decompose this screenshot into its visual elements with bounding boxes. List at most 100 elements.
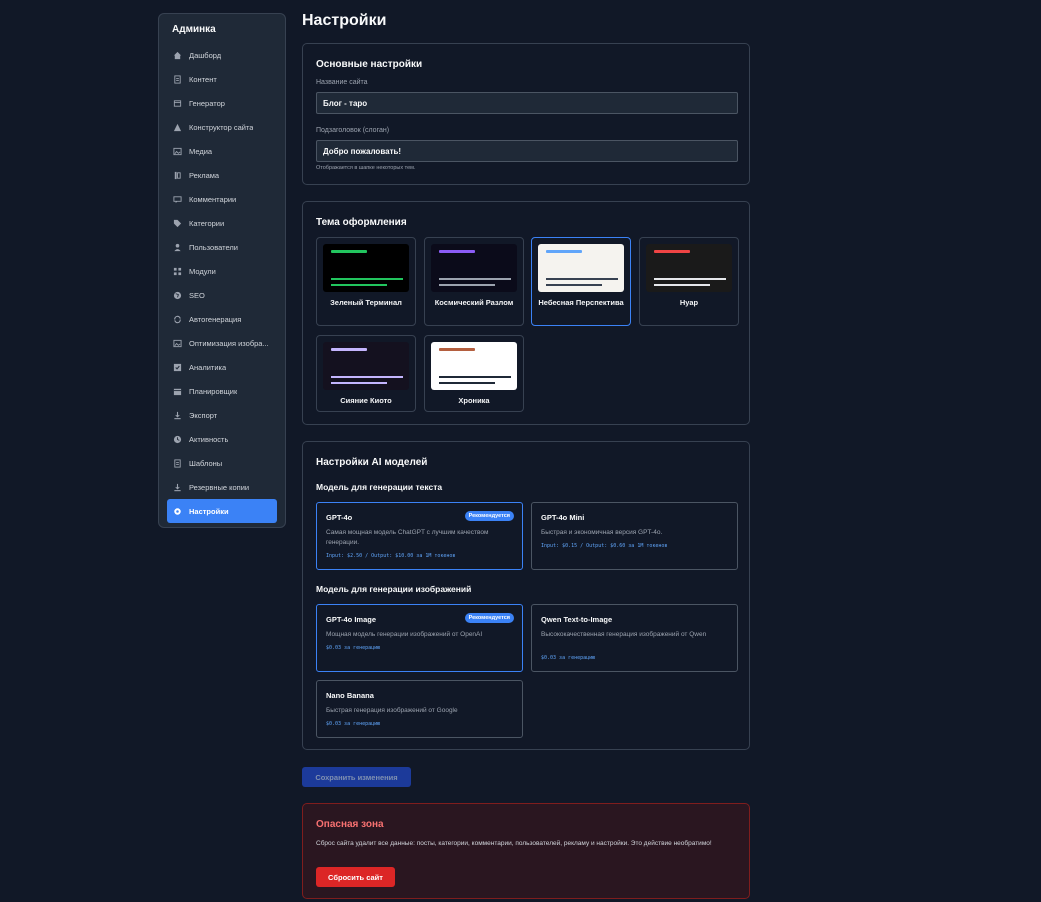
- theme-name: Космический Разлом: [434, 298, 514, 307]
- danger-zone-text: Сброс сайта удалит все данные: посты, ка…: [316, 840, 712, 847]
- sidebar-item-17[interactable]: Шаблоны: [167, 451, 277, 475]
- recommended-badge: Рекомендуется: [464, 613, 514, 623]
- download-icon: [173, 411, 182, 420]
- sidebar-item-2[interactable]: Генератор: [167, 91, 277, 115]
- sidebar-item-10[interactable]: SEO: [167, 283, 277, 307]
- recommended-badge: Рекомендуется: [464, 511, 514, 521]
- theme-name: Нуар: [679, 298, 699, 307]
- sidebar-item-label: Генератор: [189, 98, 225, 108]
- sidebar-item-label: Реклама: [189, 170, 220, 180]
- model-description: Высококачественная генерация изображений…: [541, 631, 707, 638]
- sidebar-item-13[interactable]: Аналитика: [167, 355, 277, 379]
- clock-icon: [173, 435, 182, 444]
- sidebar-item-label: Шаблоны: [189, 458, 223, 468]
- sidebar: Админка Дашборд Контент Генератор Конструкт…: [158, 13, 286, 528]
- sidebar-item-9[interactable]: Модули: [167, 259, 277, 283]
- calendar-icon: [173, 387, 182, 396]
- theme-preview-line: [439, 278, 511, 280]
- model-name: GPT-4o Image: [326, 615, 377, 624]
- sidebar-item-11[interactable]: Автогенерация: [167, 307, 277, 331]
- sidebar-item-12[interactable]: Оптимизация изобра...: [167, 331, 277, 355]
- model-option[interactable]: GPT-4o Mini Быстрая и экономичная версия …: [531, 502, 738, 570]
- theme-preview-line: [439, 376, 511, 378]
- sidebar-item-1[interactable]: Контент: [167, 67, 277, 91]
- theme-preview: [323, 244, 409, 292]
- model-name: GPT-4o: [326, 513, 353, 522]
- model-description: Мощная модель генерации изображений от O…: [326, 631, 483, 638]
- user-icon: [173, 243, 182, 252]
- image-icon: [173, 147, 182, 156]
- model-name: GPT-4o Mini: [541, 513, 585, 522]
- tagline-input[interactable]: [316, 140, 738, 162]
- theme-preview-line: [654, 284, 710, 286]
- theme-preview-accent: [654, 250, 690, 253]
- theme-preview-line: [331, 382, 387, 384]
- theme-preview-line: [439, 382, 495, 384]
- theme-option[interactable]: Зеленый Терминал: [316, 237, 416, 326]
- tagline-hint: Отображается в шапке некоторых тем.: [316, 165, 416, 171]
- sidebar-item-label: Контент: [189, 74, 217, 84]
- document-icon: [173, 74, 182, 84]
- theme-preview-accent: [439, 250, 475, 253]
- theme-preview: [538, 244, 624, 292]
- theme-preview-line: [331, 284, 387, 286]
- theme-option[interactable]: Хроника: [424, 335, 524, 412]
- sidebar-item-label: Модули: [189, 266, 216, 276]
- sidebar-item-label: Комментарии: [189, 194, 237, 204]
- sidebar-item-16[interactable]: Активность: [167, 427, 277, 451]
- theme-preview-line: [331, 278, 403, 280]
- theme-preview-accent: [546, 250, 582, 253]
- site-name-input[interactable]: [316, 92, 738, 114]
- theme-preview-line: [546, 284, 602, 286]
- generator-icon: [173, 99, 182, 108]
- theme-option[interactable]: Сияние Киото: [316, 335, 416, 412]
- theme-preview-line: [654, 278, 726, 280]
- theme-preview: [431, 244, 517, 292]
- sidebar-item-15[interactable]: Экспорт: [167, 403, 277, 427]
- site-name-label: Название сайта: [316, 79, 368, 86]
- sidebar-item-label: Планировщик: [189, 386, 238, 396]
- danger-zone: Опасная зона Сброс сайта удалит все данн…: [302, 803, 750, 899]
- model-option[interactable]: GPT-4o Рекомендуется Самая мощная модель C…: [316, 502, 523, 570]
- model-option[interactable]: Nano Banana Быстрая генерация изображений…: [316, 680, 523, 738]
- basic-settings-card: Основные настройки Название сайта Подзаг…: [302, 43, 750, 185]
- sidebar-item-7[interactable]: Категории: [167, 211, 277, 235]
- sidebar-item-6[interactable]: Комментарии: [167, 187, 277, 211]
- model-option[interactable]: GPT-4o Image Рекомендуется Мощная модель г…: [316, 604, 523, 672]
- sidebar-item-18[interactable]: Резервные копии: [167, 475, 277, 499]
- download-icon: [173, 483, 182, 492]
- ads-icon: [173, 171, 182, 180]
- sidebar-item-14[interactable]: Планировщик: [167, 379, 277, 403]
- sidebar-item-label: Дашборд: [189, 50, 222, 60]
- sidebar-item-label: Резервные копии: [189, 482, 250, 492]
- theme-option[interactable]: Космический Разлом: [424, 237, 524, 326]
- sidebar-item-label: Пользователи: [189, 242, 238, 252]
- sidebar-item-5[interactable]: Реклама: [167, 163, 277, 187]
- theme-preview-line: [331, 376, 403, 378]
- theme-name: Хроника: [458, 396, 490, 405]
- sidebar-item-8[interactable]: Пользователи: [167, 235, 277, 259]
- model-price: $0.03 за генерацию: [326, 721, 381, 727]
- sidebar-item-3[interactable]: Конструктор сайта: [167, 115, 277, 139]
- danger-zone-title: Опасная зона: [316, 819, 384, 830]
- save-button[interactable]: Сохранить изменения: [302, 767, 411, 787]
- ai-models-card: Настройки AI моделей Модель для генераци…: [302, 441, 750, 750]
- sidebar-item-4[interactable]: Медиа: [167, 139, 277, 163]
- builder-icon: [173, 123, 182, 132]
- theme-option[interactable]: Небесная Перспектива: [531, 237, 631, 326]
- theme-preview: [646, 244, 732, 292]
- theme-option[interactable]: Нуар: [639, 237, 739, 326]
- theme-preview: [431, 342, 517, 390]
- model-price: $0.03 за генерацию: [326, 645, 381, 651]
- model-price: Input: $2.50 / Output: $10.00 за 1M токе…: [326, 553, 456, 559]
- sidebar-item-label: Конструктор сайта: [189, 122, 254, 132]
- model-option[interactable]: Qwen Text-to-Image Высококачественная ген…: [531, 604, 738, 672]
- model-description: Быстрая генерация изображений от Google: [326, 707, 458, 714]
- theme-card: Тема оформления Зеленый Терминал Космичес…: [302, 201, 750, 425]
- grid-icon: [173, 267, 182, 276]
- sidebar-item-19[interactable]: Настройки: [167, 499, 277, 523]
- reset-site-button[interactable]: Сбросить сайт: [316, 867, 395, 887]
- theme-name: Сияние Киото: [340, 396, 392, 405]
- model-description: Быстрая и экономичная версия GPT-4o.: [541, 529, 663, 536]
- sidebar-item-0[interactable]: Дашборд: [167, 43, 277, 67]
